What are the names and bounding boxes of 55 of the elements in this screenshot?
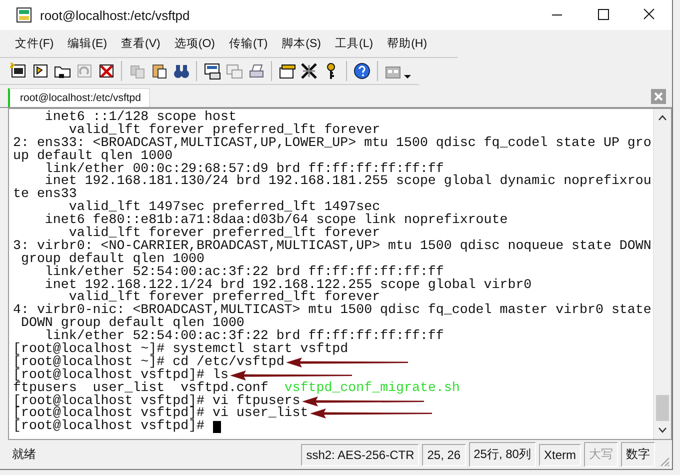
status-field: 25行, 80列 [468,442,536,467]
status-field: 就绪 [8,443,298,466]
terminal-line: inet6 fe80::e81b:a71:8daa:d03b/64 scope link noprefixroute [44,214,508,228]
terminal-line: ftpusers user_list vsftpd.conf vsftpd_conf_migrate.sh [13,382,460,395]
terminal-line: 2: ens33: <BROADCAST,MULTICAST,UP,LOWER_UP> mtu 1500 qdisc fq_codel state UP gro [13,136,652,150]
terminal-line: up default qlen 1000 [13,150,173,163]
printer-icon[interactable] [247,62,265,80]
close-tab-icon[interactable] [651,89,666,104]
terminal-icon [16,7,32,23]
terminal-line: valid_lft forever preferred_lft forever [68,291,380,304]
new-session-icon[interactable] [9,62,27,80]
terminal-line: [root@localhost ~]# cd /etc/vsftpd [13,356,284,369]
status-field: Xterm [538,444,581,466]
menu-item[interactable]: 工具(L) [328,36,380,51]
scroll-thumb[interactable] [656,395,669,421]
terminal-line: valid_lft forever preferred_lft forever [68,227,380,240]
terminal-line: inet 192.168.122.1/24 brd 192.168.122.255 scope global virbr0 [44,278,532,292]
status-field: 数字 [621,442,655,467]
menu-item[interactable]: 编辑(E) [60,36,114,51]
terminal-line: inet 192.168.181.130/24 brd 192.168.181.255 scope global dynamic noprefixrou [44,175,652,188]
terminal-line: group default qlen 1000 [20,252,205,266]
terminal-line: valid_lft forever preferred_lft forever [68,124,380,137]
terminal-line: [root@localhost vsftpd]# ls [13,368,228,382]
terminal-line: [root@localhost vsftpd]# vi ftpusers [13,394,300,408]
paste-icon[interactable] [150,62,168,80]
terminal-line: [root@localhost vsftpd]# vi user_list [13,407,308,420]
status-field: 大写 [584,442,618,467]
terminal-line: 4: virbr0-nic: <BROADCAST,MULTICAST> mtu 1500 qdisc fq_codel master virbr0 state [13,304,652,318]
scrollbar[interactable] [653,109,671,439]
menu-item[interactable]: 脚本(S) [274,36,328,51]
session-tab[interactable]: root@localhost:/etc/vsftpd [8,88,150,107]
terminal-line: link/ether 00:0c:29:68:57:d9 brd ff:ff:ff:ff:ff:ff [44,162,444,176]
menu-item[interactable]: 选项(O) [167,36,222,51]
terminal-line: DOWN group default qlen 1000 [20,317,244,330]
window-title: root@localhost:/etc/vsftpd [40,8,191,22]
terminal-line: link/ether 52:54:00:ac:3f:22 brd ff:ff:ff:ff:ff:ff [44,330,444,344]
status-field: ssh2: AES-256-CTR [301,444,420,466]
menu-item[interactable]: 传输(T) [222,36,275,51]
terminal-line: link/ether 52:54:00:ac:3f:22 brd ff:ff:ff:ff:ff:ff [44,266,444,279]
status-field: 25, 26 [422,444,466,466]
menu-item[interactable]: 帮助(H) [380,36,434,51]
terminal-line: 3: virbr0: <NO-CARRIER,BROADCAST,MULTICAST,UP> mtu 1500 qdisc noqueue state DOWN [13,240,652,253]
terminal-line: [root@localhost ~]# systemctl start vsftpd [13,343,348,356]
monitor-icon[interactable] [203,62,221,80]
help-icon[interactable] [353,62,371,80]
terminal-line: [root@localhost vsftpd]# [13,420,206,434]
binoculars-icon[interactable] [172,62,190,80]
terminal-line: inet6 ::1/128 scope host [44,111,236,124]
disconnect-icon[interactable] [97,62,115,80]
terminal-line: valid_lft 1497sec preferred_lft 1497sec [68,201,380,214]
resize-grip-icon[interactable] [658,455,670,467]
menu-item[interactable]: 文件(F) [8,36,61,51]
connect-icon[interactable] [31,62,49,80]
menu-item[interactable]: 查看(V) [114,36,168,51]
terminal-line: te ens33 [13,188,77,202]
